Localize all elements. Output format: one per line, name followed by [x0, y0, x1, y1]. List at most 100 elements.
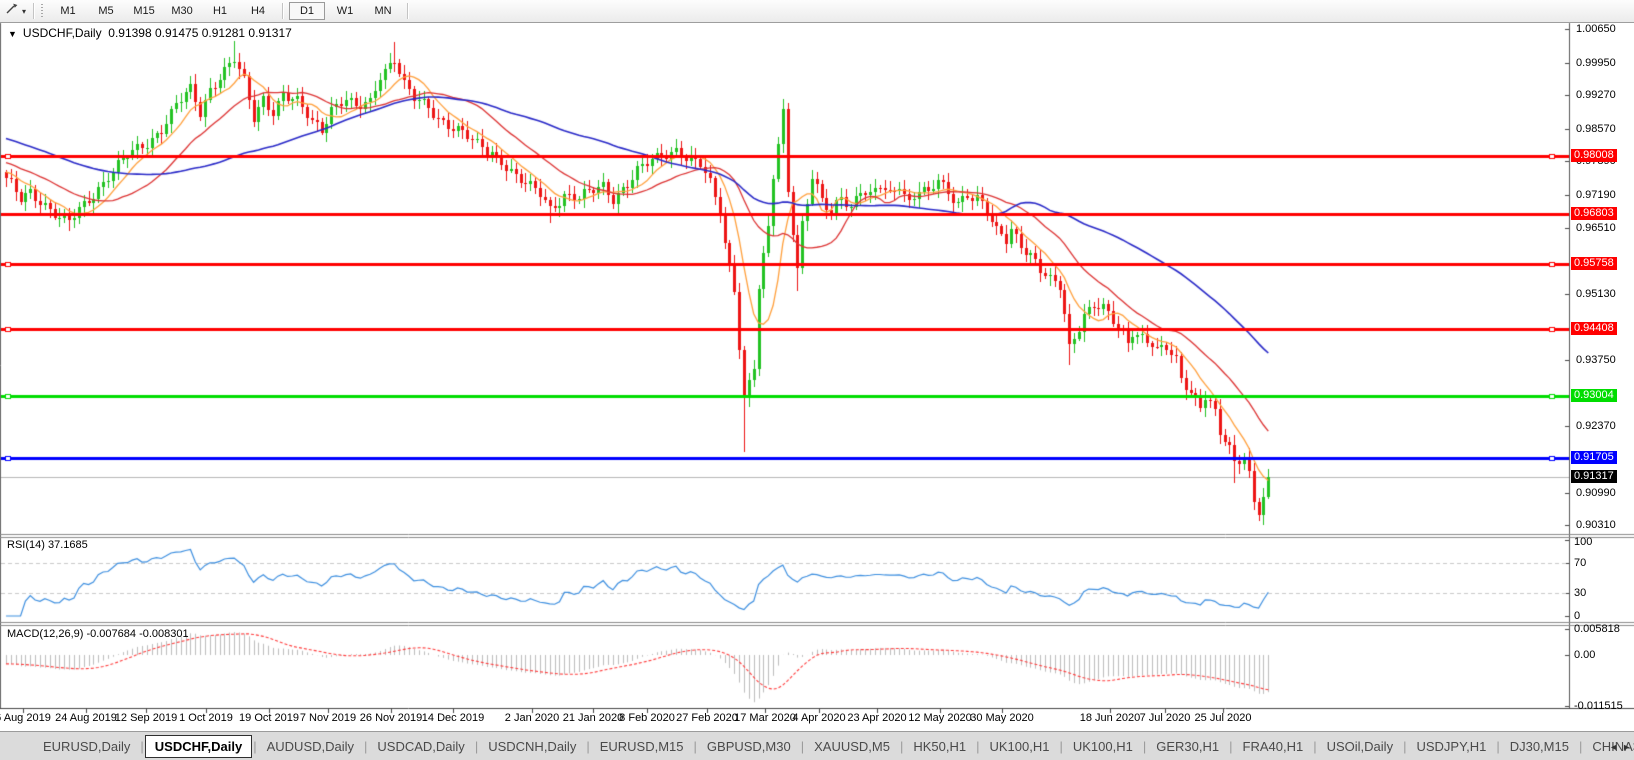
price-tick-label: 0.99270 [1576, 89, 1616, 101]
tab-scroll-arrows: ◄ ► [1609, 742, 1631, 752]
tab-divider: | [693, 738, 697, 754]
current-price-label: 0.91317 [1571, 470, 1617, 483]
date-tick-label: 21 Jan 2020 [562, 712, 624, 724]
tab-usdcnh-daily[interactable]: USDCNH,Daily [479, 735, 585, 758]
tab-audusd-daily[interactable]: AUDUSD,Daily [258, 735, 363, 758]
date-tick-label: 18 Jun 2020 [1079, 712, 1141, 724]
tab-uk100-h1[interactable]: UK100,H1 [981, 735, 1059, 758]
tab-usdcad-daily[interactable]: USDCAD,Daily [368, 735, 473, 758]
tab-eurusd-m15[interactable]: EURUSD,M15 [591, 735, 693, 758]
tab-divider: | [1496, 738, 1500, 754]
date-tick-label: 25 Jul 2020 [1194, 712, 1252, 724]
date-tick-label: 7 Jul 2020 [1139, 712, 1191, 724]
timeframe-button-m15[interactable]: M15 [126, 2, 162, 20]
draw-tool-button[interactable]: ▾ [3, 1, 28, 21]
macd-scale-label: -0.011515 [1574, 700, 1623, 713]
timeframe-button-h4[interactable]: H4 [240, 2, 276, 20]
price-tick-label: 0.93750 [1576, 354, 1616, 366]
macd-scale-label: 0.005818 [1574, 623, 1620, 636]
hline-price-label: 0.93004 [1571, 389, 1617, 402]
tab-divider: | [364, 738, 368, 754]
hline-price-label: 0.96803 [1571, 207, 1617, 220]
timeframe-button-h1[interactable]: H1 [202, 2, 238, 20]
date-tick-label: 4 Apr 2020 [792, 712, 846, 724]
chart-tab-bar: EURUSD,Daily | USDCHF,Daily | AUDUSD,Daily | U… [0, 731, 1634, 760]
tab-divider: | [1578, 738, 1583, 754]
timeframe-button-m30[interactable]: M30 [164, 2, 200, 20]
tab-gbpusd-m30[interactable]: GBPUSD,M30 [698, 735, 800, 758]
price-tick-label: 0.96510 [1576, 222, 1616, 234]
tab-divider: | [1403, 738, 1407, 754]
tab-xauusd-m5[interactable]: XAUUSD,M5 [805, 735, 899, 758]
price-tick-label: 0.92370 [1576, 420, 1616, 432]
timeframe-button-mn[interactable]: MN [365, 2, 401, 20]
date-tick-label: 23 Apr 2020 [847, 712, 907, 724]
tab-hk50-h1[interactable]: HK50,H1 [904, 735, 975, 758]
timeframe-button-m1[interactable]: M1 [50, 2, 86, 20]
date-tick-label: 19 Oct 2019 [239, 712, 299, 724]
pencil-line-icon [5, 2, 19, 20]
tab-dj30-m15[interactable]: DJ30,M15 [1501, 735, 1578, 758]
hline-price-label: 0.95758 [1571, 257, 1617, 270]
tab-fra40-h1[interactable]: FRA40,H1 [1234, 735, 1313, 758]
tab-usoil-daily[interactable]: USOil,Daily [1318, 735, 1402, 758]
rsi-scale-label: 0 [1574, 610, 1581, 622]
toolbar-grip[interactable] [41, 4, 44, 18]
price-tick-label: 0.99950 [1576, 57, 1616, 69]
tab-scroll-right-button[interactable]: ► [1622, 742, 1631, 752]
tab-divider: | [140, 738, 144, 754]
tab-divider: | [586, 738, 590, 754]
price-tick-label: 1.00650 [1576, 23, 1616, 35]
rsi-scale-label: 30 [1574, 587, 1587, 600]
tab-divider: | [1059, 738, 1063, 754]
tab-divider: | [976, 738, 980, 754]
symbol-period-label: USDCHF,Daily [22, 26, 102, 40]
toolbar-separator [407, 3, 409, 19]
timeframe-button-m5[interactable]: M5 [88, 2, 124, 20]
price-tick-label: 0.90310 [1576, 519, 1616, 531]
date-tick-label: 12 May 2020 [908, 712, 972, 724]
macd-scale-label: 0.00 [1574, 649, 1596, 661]
tab-divider: | [474, 738, 479, 754]
date-tick-label: 1 Oct 2019 [179, 712, 233, 724]
tab-divider: | [253, 738, 257, 754]
date-tick-label: 2 Jan 2020 [504, 712, 560, 724]
price-tick-label: 0.90990 [1576, 487, 1616, 499]
date-tick-label: 24 Aug 2019 [55, 712, 117, 724]
tab-ger30-h1[interactable]: GER30,H1 [1147, 735, 1228, 758]
toolbar-separator [33, 3, 35, 19]
date-tick-label: 6 Aug 2019 [0, 712, 51, 724]
rsi-scale-label: 70 [1574, 556, 1587, 569]
rsi-scale-label: 100 [1574, 536, 1593, 548]
mt4-window: ▾ M1 M5 M15 M30 H1 H4 D1 W1 MN ▼ USDCHF,Daily 0.9… [0, 0, 1634, 760]
tab-divider: | [1142, 738, 1147, 754]
price-tick-label: 0.97190 [1576, 189, 1616, 201]
tab-uk100-h1[interactable]: UK100,H1 [1064, 735, 1142, 758]
tab-usdchf-daily[interactable]: USDCHF,Daily [144, 734, 253, 758]
chart-canvas[interactable] [0, 0, 1634, 760]
date-tick-label: 8 Feb 2020 [619, 712, 675, 724]
ohlc-values: 0.91398 0.91475 0.91281 0.91317 [108, 26, 292, 40]
timeframe-button-w1[interactable]: W1 [327, 2, 363, 20]
date-tick-label: 12 Sep 2019 [114, 712, 178, 724]
tab-divider: | [800, 738, 805, 754]
chart-title-ohlc: ▼ USDCHF,Daily 0.91398 0.91475 0.91281 0.… [8, 26, 292, 40]
timeframe-button-group: M1 M5 M15 M30 H1 H4 D1 W1 MN [49, 2, 413, 20]
date-tick-label: 26 Nov 2019 [359, 712, 423, 724]
toolbar-separator [282, 3, 284, 19]
hline-price-label: 0.98008 [1571, 149, 1617, 162]
tab-eurusd-daily[interactable]: EURUSD,Daily [34, 735, 139, 758]
macd-label: MACD(12,26,9) -0.007684 -0.008301 [7, 628, 189, 640]
tab-divider: | [1313, 738, 1317, 754]
date-tick-label: 14 Dec 2019 [421, 712, 485, 724]
tab-divider: | [899, 738, 904, 754]
rsi-label: RSI(14) 37.1685 [7, 539, 88, 551]
price-tick-label: 0.98570 [1576, 123, 1616, 135]
timeframe-button-d1[interactable]: D1 [289, 2, 326, 20]
tab-scroll-left-button[interactable]: ◄ [1609, 742, 1618, 752]
collapse-triangle-icon[interactable]: ▼ [8, 29, 17, 39]
date-tick-label: 27 Feb 2020 [676, 712, 738, 724]
chevron-down-icon: ▾ [22, 6, 27, 16]
tab-usdjpy-h1[interactable]: USDJPY,H1 [1407, 735, 1495, 758]
hline-price-label: 0.94408 [1571, 322, 1617, 335]
